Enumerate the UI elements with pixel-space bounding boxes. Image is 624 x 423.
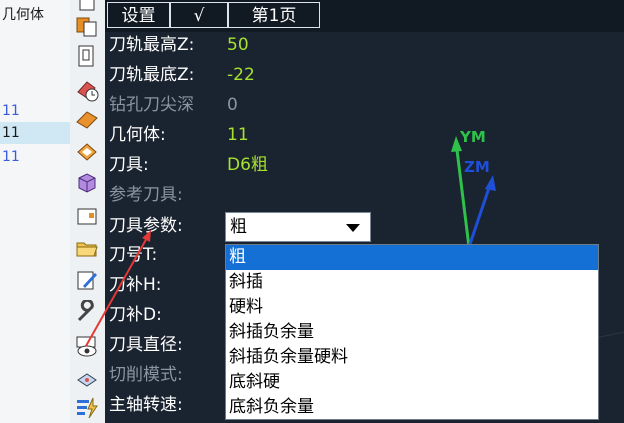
wrench-icon[interactable] xyxy=(75,300,99,324)
param-label: 切削模式: xyxy=(109,365,183,385)
tree-item[interactable]: 11 xyxy=(0,100,70,122)
param-label: 钻孔刀尖深 xyxy=(109,95,194,115)
param-label: 刀具直径: xyxy=(109,335,183,355)
clock-icon[interactable] xyxy=(75,78,99,102)
dropdown-option[interactable]: 底斜负余量 xyxy=(226,395,598,419)
ym-axis-label: YM xyxy=(460,128,486,146)
param-label: 刀轨最高Z: xyxy=(109,35,195,55)
zm-axis-label: ZM xyxy=(464,158,490,176)
dropdown-option[interactable]: 斜插负余量 xyxy=(226,320,598,345)
tool-value[interactable]: D6粗 xyxy=(227,150,268,180)
layer-icon[interactable] xyxy=(75,108,99,132)
dropdown-option[interactable]: 斜插负余量硬料 xyxy=(226,345,598,370)
param-label: 刀补D: xyxy=(109,305,162,325)
tree-item[interactable]: 11 xyxy=(0,146,70,168)
dropdown-option[interactable]: 底斜硬 xyxy=(226,370,598,395)
param-max-z: 刀轨最高Z: 50 xyxy=(105,30,405,60)
param-label: 刀具: xyxy=(109,155,149,175)
tree-item-geometry[interactable]: 几何体 xyxy=(0,4,70,26)
param-tool: 刀具: D6粗 xyxy=(105,150,405,180)
document-icon[interactable] xyxy=(75,0,99,14)
param-label: 几何体: xyxy=(109,125,166,145)
box-icon[interactable] xyxy=(75,170,99,194)
copy-icon[interactable] xyxy=(75,14,99,38)
tree-item-selected[interactable]: 11 xyxy=(0,122,70,144)
folder-icon[interactable] xyxy=(75,204,99,228)
lightning-icon[interactable] xyxy=(75,396,99,420)
tool-param-dropdown[interactable]: 粗 斜插 硬料 斜插负余量 斜插负余量硬料 底斜硬 底斜负余量 xyxy=(225,244,599,420)
dropdown-option[interactable]: 硬料 xyxy=(226,295,598,320)
tool-param-selected-value: 粗 xyxy=(230,217,247,237)
param-min-z: 刀轨最底Z: -22 xyxy=(105,60,405,90)
edit-icon[interactable] xyxy=(75,268,99,292)
param-geometry: 几何体: 11 xyxy=(105,120,405,150)
param-label: 参考刀具: xyxy=(109,185,183,205)
param-label: 刀补H: xyxy=(109,275,162,295)
layer-icon[interactable] xyxy=(75,140,99,164)
param-drill-depth: 钻孔刀尖深 0 xyxy=(105,90,405,120)
param-label: 主轴转速: xyxy=(109,395,183,415)
confirm-button[interactable]: √ xyxy=(170,2,228,28)
tab-settings[interactable]: 设置 xyxy=(107,2,170,28)
vertical-toolbar xyxy=(70,0,106,423)
model-tree: 几何体 11 11 11 xyxy=(0,0,71,423)
zm-axis xyxy=(467,181,493,248)
param-label: 刀号T: xyxy=(109,245,158,265)
chevron-down-icon[interactable] xyxy=(346,224,360,232)
tab-page-1[interactable]: 第1页 xyxy=(228,2,320,28)
gear-icon[interactable] xyxy=(75,366,99,390)
drill-depth-value: 0 xyxy=(227,95,238,115)
min-z-value[interactable]: -22 xyxy=(227,60,255,90)
max-z-value[interactable]: 50 xyxy=(227,30,249,60)
dropdown-option[interactable]: 斜插 xyxy=(226,270,598,295)
param-label: 刀具参数: xyxy=(109,216,183,236)
zm-axis-arrow xyxy=(485,175,496,191)
geometry-value[interactable]: 11 xyxy=(227,120,249,150)
tool-param-select[interactable]: 粗 xyxy=(225,212,371,242)
document-icon[interactable] xyxy=(75,44,99,68)
dropdown-option-selected[interactable]: 粗 xyxy=(226,245,598,270)
view-icon[interactable] xyxy=(75,334,99,358)
tab-bar: 设置 √ 第1页 xyxy=(105,0,624,32)
param-ref-tool: 参考刀具: xyxy=(105,180,405,210)
param-label: 刀轨最底Z: xyxy=(109,65,195,85)
folder-open-icon[interactable] xyxy=(75,236,99,260)
